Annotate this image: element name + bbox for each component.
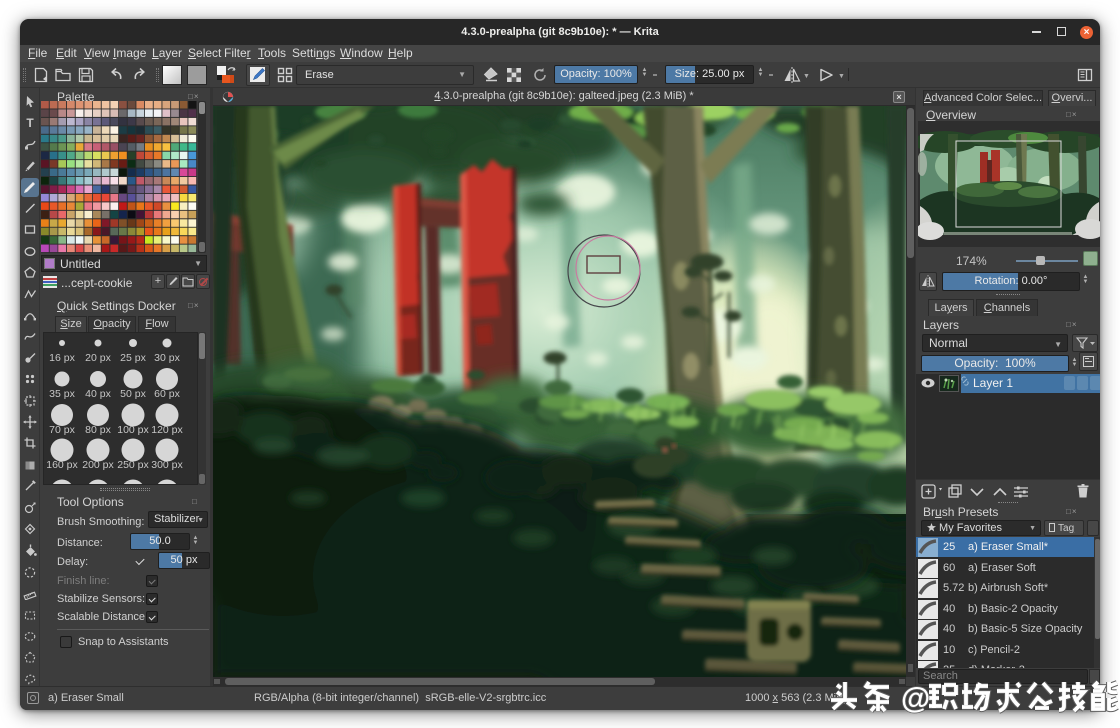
svg-text:200 px: 200 px [82,459,114,471]
svg-text:16 px: 16 px [49,352,75,364]
svg-text:160 px: 160 px [46,459,78,471]
svg-text:20 px: 20 px [85,352,111,364]
svg-text:30 px: 30 px [154,352,180,364]
svg-text:70 px: 70 px [49,424,75,436]
svg-text:40 px: 40 px [85,388,111,400]
svg-text:120 px: 120 px [151,424,183,436]
svg-text:35 px: 35 px [49,388,75,400]
svg-text:@: @ [901,682,930,715]
svg-text:25 px: 25 px [120,352,146,364]
svg-text:T: T [26,116,34,129]
svg-text:250 px: 250 px [117,459,149,471]
svg-text:50 px: 50 px [120,388,146,400]
svg-text:80 px: 80 px [85,424,111,436]
svg-text:100 px: 100 px [117,424,149,436]
svg-text:300 px: 300 px [151,459,183,471]
svg-text:60 px: 60 px [154,388,180,400]
